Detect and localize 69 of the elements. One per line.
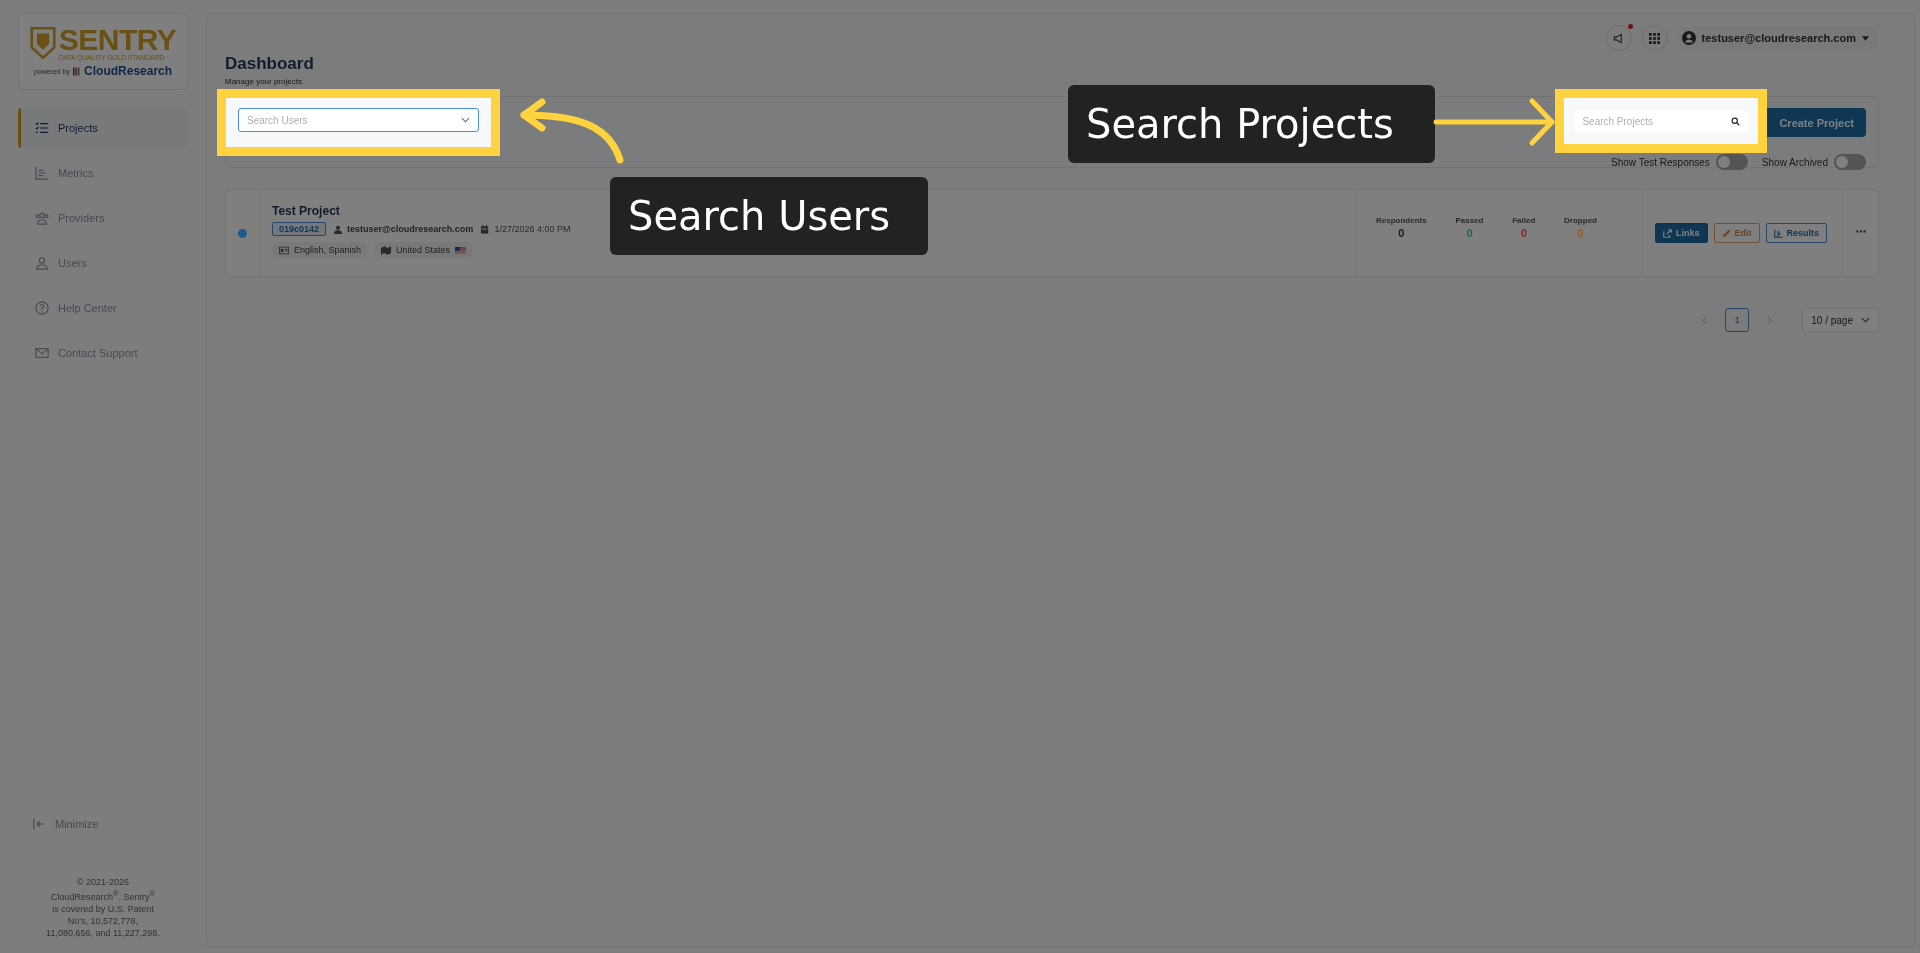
page-button[interactable]: 1 <box>1725 308 1750 332</box>
page-size-select[interactable]: 10 / page <box>1802 308 1879 332</box>
share-icon <box>1663 228 1672 238</box>
toggle-label: Show Test Responses <box>1611 156 1710 168</box>
project-code: 019c0142 <box>272 222 327 236</box>
user-email: testuser@cloudresearch.com <box>1701 32 1856 44</box>
calendar-icon <box>480 224 491 234</box>
owner-email: testuser@cloudresearch.com <box>347 224 474 234</box>
list-icon <box>35 121 49 135</box>
search-icon <box>1731 117 1741 126</box>
nav-item[interactable]: Users <box>18 243 188 283</box>
toggle-switch[interactable] <box>1715 154 1748 170</box>
stat-label: Failed <box>1512 216 1536 225</box>
callout-label: Search Users <box>610 177 928 255</box>
collapse-icon <box>32 817 46 831</box>
action-button[interactable]: Links <box>1655 223 1708 243</box>
nav-item[interactable]: Help Center <box>18 288 188 328</box>
stat-label: Dropped <box>1564 216 1597 225</box>
nav-item[interactable]: Providers <box>18 198 188 238</box>
stat-value: 0 <box>1398 227 1405 239</box>
country-text: United States <box>396 245 451 255</box>
chevron-down-icon <box>461 117 470 123</box>
shield-icon <box>29 26 56 60</box>
chart-icon <box>1773 228 1783 238</box>
grid-icon <box>1649 32 1661 44</box>
id-card-icon <box>279 245 289 255</box>
project-search-field[interactable]: Search Projects <box>1574 110 1749 132</box>
flag-icon <box>455 246 467 254</box>
page-subtitle: Manage your projects <box>225 77 303 86</box>
pencil-icon <box>1721 228 1731 238</box>
stat-label: Respondents <box>1376 216 1427 225</box>
megaphone-icon <box>1613 32 1625 44</box>
page-title: Dashboard <box>225 53 315 75</box>
stat-value: 0 <box>1466 227 1473 239</box>
user-icon <box>333 224 344 234</box>
copyright-text: © 2021-2026 <box>75 876 131 888</box>
brand-name: CloudResearch <box>84 64 173 78</box>
toggle-label: Show Archived <box>1761 156 1828 168</box>
map-icon <box>381 245 392 255</box>
stat-value: 0 <box>1577 227 1584 239</box>
copyright-text: CloudResearch$^{®}$. Sentry$^{®}$ <box>49 888 157 903</box>
logo-title: SENTRY <box>58 25 177 54</box>
project-date: 1/27/2026 4:00 PM <box>494 224 571 234</box>
callout-label: Search Projects <box>1068 85 1435 163</box>
chevron-down-icon <box>1861 317 1870 323</box>
language-text: English, Spanish <box>294 245 362 255</box>
nav-item[interactable]: Metrics <box>18 153 188 193</box>
next-page-icon[interactable] <box>1767 315 1773 325</box>
copyright-text: No's, 10,572,778, <box>66 915 140 927</box>
copyright-text: 11,080,656, and 11,227,298. <box>45 927 161 939</box>
chart-icon <box>35 166 49 180</box>
user-icon <box>35 256 49 270</box>
copyright-text: is covered by U.S. Patent <box>51 903 155 915</box>
caret-icon <box>1862 35 1869 41</box>
avatar-icon <box>1681 31 1696 45</box>
more-icon <box>1855 230 1866 233</box>
stat-label: Passed <box>1455 216 1484 225</box>
grid-logo-icon <box>73 66 82 76</box>
toggle-switch[interactable] <box>1834 154 1866 170</box>
action-button[interactable]: Edit <box>1713 223 1760 243</box>
action-button[interactable]: Results <box>1765 223 1828 243</box>
people-icon <box>35 211 49 225</box>
user-select[interactable]: Search Users <box>238 108 479 132</box>
minimize-button[interactable]: Minimize <box>18 817 188 831</box>
mail-icon <box>35 346 49 360</box>
nav-item[interactable]: Projects <box>18 108 188 148</box>
help-icon <box>35 301 49 315</box>
stat-value: 0 <box>1520 227 1527 239</box>
previous-page-icon[interactable] <box>1702 315 1708 325</box>
